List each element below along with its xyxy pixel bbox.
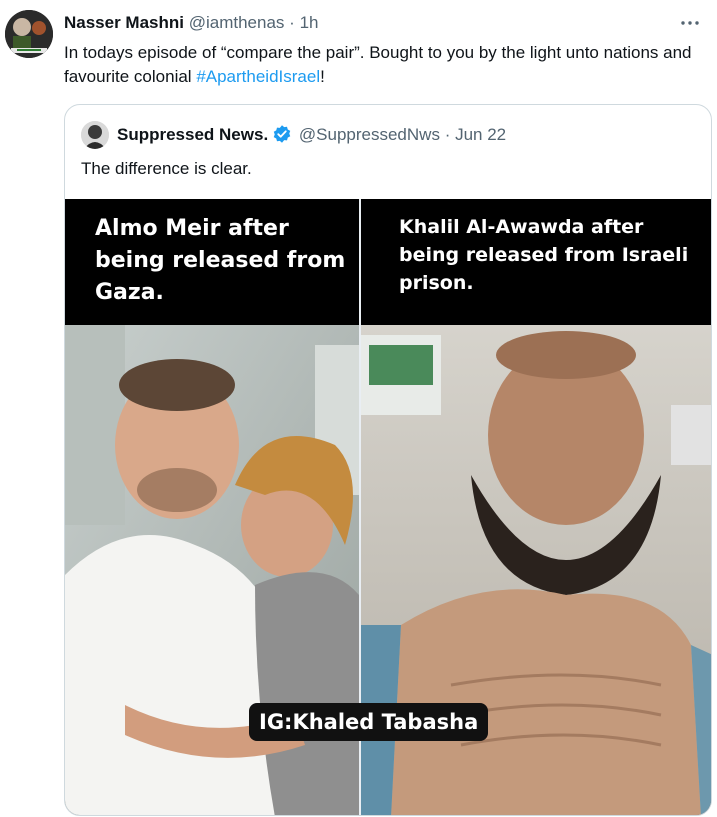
- quoted-date[interactable]: Jun 22: [455, 125, 506, 144]
- more-options-icon[interactable]: [679, 12, 701, 34]
- quoted-author-avatar[interactable]: [81, 121, 109, 149]
- quoted-author-handle[interactable]: @SuppressedNws: [299, 125, 440, 144]
- hashtag-link[interactable]: #ApartheidIsrael: [196, 67, 320, 86]
- right-caption: Khalil Al-Awawda after being released fr…: [399, 216, 689, 294]
- author-name[interactable]: Nasser Mashni: [64, 13, 184, 32]
- quoted-media[interactable]: Almo Meir after being released from Gaza…: [65, 199, 711, 815]
- quoted-author-name[interactable]: Suppressed News.: [117, 125, 268, 144]
- left-photo: [65, 325, 359, 815]
- left-caption: Almo Meir after being released from Gaza…: [95, 216, 346, 305]
- separator-dot: ·: [289, 13, 295, 32]
- right-photo: [361, 325, 711, 815]
- quoted-tweet-header: Suppressed News. @SuppressedNws · Jun 22: [117, 124, 506, 150]
- quoted-separator-dot: ·: [444, 125, 451, 144]
- tweet-text-after: !: [320, 67, 325, 86]
- quoted-tweet[interactable]: Suppressed News. @SuppressedNws · Jun 22…: [64, 104, 712, 816]
- verified-badge-icon: [272, 124, 292, 150]
- author-handle[interactable]: @iamthenas: [189, 13, 285, 32]
- watermark-label: IG:Khaled Tabasha: [249, 703, 489, 741]
- quoted-tweet-text: The difference is clear.: [81, 159, 252, 178]
- tweet-time[interactable]: 1h: [300, 13, 319, 32]
- tweet-text-before: In todays episode of “compare the pair”.…: [64, 43, 692, 86]
- author-avatar[interactable]: [5, 10, 53, 58]
- tweet-text: In todays episode of “compare the pair”.…: [64, 41, 694, 89]
- tweet-header: Nasser Mashni @iamthenas · 1h: [64, 12, 319, 34]
- tweet[interactable]: Nasser Mashni @iamthenas · 1h In todays …: [0, 0, 717, 817]
